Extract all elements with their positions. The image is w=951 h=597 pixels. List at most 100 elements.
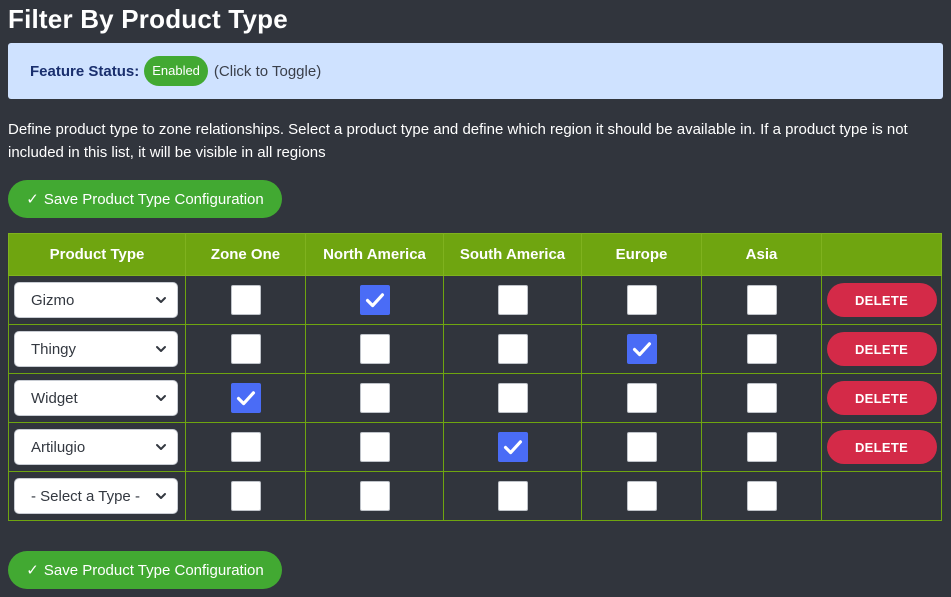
zone-cell-north-america <box>305 275 444 325</box>
check-icon <box>503 440 522 455</box>
table-row: - Select a Type - <box>8 471 942 521</box>
header-europe: Europe <box>581 233 702 276</box>
header-south-america: South America <box>443 233 582 276</box>
save-configuration-button-bottom[interactable]: ✓ Save Product Type Configuration <box>8 551 282 589</box>
zone-checkbox-south-america[interactable] <box>497 334 528 364</box>
zone-cell-north-america <box>305 471 444 521</box>
zone-checkbox-north-america[interactable] <box>359 285 390 315</box>
product-type-select-value: Widget <box>31 389 78 407</box>
delete-row-button[interactable]: DELETE <box>826 430 937 464</box>
check-icon <box>236 391 255 406</box>
zone-cell-asia <box>701 275 822 325</box>
zone-cell-zone-one <box>185 373 306 423</box>
page-description: Define product type to zone relationship… <box>8 121 908 161</box>
checkmark-icon: ✓ <box>26 191 39 208</box>
header-north-america: North America <box>305 233 444 276</box>
zone-checkbox-south-america[interactable] <box>497 383 528 413</box>
feature-status-label: Feature Status: <box>30 62 140 80</box>
table-header-row: Product Type Zone One North America Sout… <box>8 233 942 276</box>
row-actions-cell: DELETE <box>821 422 942 472</box>
chevron-down-icon <box>156 297 166 303</box>
zone-cell-europe <box>581 471 702 521</box>
delete-row-button[interactable]: DELETE <box>826 381 937 415</box>
header-actions <box>821 233 942 276</box>
zone-cell-asia <box>701 471 822 521</box>
zone-cell-europe <box>581 373 702 423</box>
zone-cell-south-america <box>443 324 582 374</box>
row-actions-cell <box>821 471 942 521</box>
zone-checkbox-south-america[interactable] <box>497 432 528 462</box>
row-actions-cell: DELETE <box>821 373 942 423</box>
table-row: Thingy DELETE <box>8 324 942 374</box>
zone-cell-north-america <box>305 324 444 374</box>
zone-checkbox-zone-one[interactable] <box>230 481 261 511</box>
zone-cell-south-america <box>443 471 582 521</box>
product-type-cell: Widget <box>8 373 186 423</box>
product-type-select[interactable]: Widget <box>14 380 178 416</box>
table-row: Artilugio DELETE <box>8 422 942 472</box>
product-type-select[interactable]: Thingy <box>14 331 178 367</box>
zone-checkbox-asia[interactable] <box>746 285 777 315</box>
zone-checkbox-asia[interactable] <box>746 383 777 413</box>
header-zone-one: Zone One <box>185 233 306 276</box>
table-row: Widget DELETE <box>8 373 942 423</box>
zone-checkbox-europe[interactable] <box>626 285 657 315</box>
zone-cell-zone-one <box>185 422 306 472</box>
feature-status-panel: Feature Status: Enabled (Click to Toggle… <box>8 43 943 99</box>
product-type-zone-table: Product Type Zone One North America Sout… <box>8 233 942 521</box>
delete-row-button[interactable]: DELETE <box>826 283 937 317</box>
table-row: Gizmo DELETE <box>8 275 942 325</box>
zone-checkbox-asia[interactable] <box>746 481 777 511</box>
zone-checkbox-europe[interactable] <box>626 334 657 364</box>
delete-row-button[interactable]: DELETE <box>826 332 937 366</box>
zone-cell-europe <box>581 324 702 374</box>
feature-status-hint: (Click to Toggle) <box>213 62 322 80</box>
zone-cell-europe <box>581 422 702 472</box>
save-button-label: Save Product Type Configuration <box>43 190 264 208</box>
zone-checkbox-europe[interactable] <box>626 432 657 462</box>
zone-checkbox-europe[interactable] <box>626 383 657 413</box>
product-type-select-value: Artilugio <box>31 438 86 456</box>
product-type-select[interactable]: Artilugio <box>14 429 178 465</box>
zone-checkbox-south-america[interactable] <box>497 481 528 511</box>
zone-checkbox-north-america[interactable] <box>359 334 390 364</box>
zone-checkbox-zone-one[interactable] <box>230 432 261 462</box>
zone-checkbox-north-america[interactable] <box>359 383 390 413</box>
chevron-down-icon <box>156 493 166 499</box>
zone-checkbox-zone-one[interactable] <box>230 285 261 315</box>
zone-cell-south-america <box>443 422 582 472</box>
zone-cell-south-america <box>443 373 582 423</box>
header-asia: Asia <box>701 233 822 276</box>
zone-checkbox-zone-one[interactable] <box>230 383 261 413</box>
row-actions-cell: DELETE <box>821 275 942 325</box>
zone-checkbox-europe[interactable] <box>626 481 657 511</box>
zone-checkbox-south-america[interactable] <box>497 285 528 315</box>
zone-cell-asia <box>701 422 822 472</box>
product-type-cell: - Select a Type - <box>8 471 186 521</box>
product-type-cell: Gizmo <box>8 275 186 325</box>
product-type-select-value: - Select a Type - <box>31 487 140 505</box>
product-type-select-value: Gizmo <box>31 291 75 309</box>
feature-status-toggle[interactable]: Enabled <box>144 56 208 86</box>
check-icon <box>632 342 651 357</box>
product-type-select[interactable]: - Select a Type - <box>14 478 178 514</box>
chevron-down-icon <box>156 346 166 352</box>
zone-checkbox-asia[interactable] <box>746 432 777 462</box>
save-configuration-button-top[interactable]: ✓ Save Product Type Configuration <box>8 180 282 218</box>
chevron-down-icon <box>156 395 166 401</box>
product-type-select[interactable]: Gizmo <box>14 282 178 318</box>
zone-checkbox-north-america[interactable] <box>359 481 390 511</box>
zone-cell-asia <box>701 373 822 423</box>
zone-checkbox-asia[interactable] <box>746 334 777 364</box>
zone-checkbox-zone-one[interactable] <box>230 334 261 364</box>
zone-checkbox-north-america[interactable] <box>359 432 390 462</box>
zone-cell-zone-one <box>185 324 306 374</box>
chevron-down-icon <box>156 444 166 450</box>
zone-cell-europe <box>581 275 702 325</box>
check-icon <box>365 293 384 308</box>
zone-cell-north-america <box>305 373 444 423</box>
product-type-cell: Thingy <box>8 324 186 374</box>
zone-cell-zone-one <box>185 471 306 521</box>
zone-cell-zone-one <box>185 275 306 325</box>
checkmark-icon: ✓ <box>26 562 39 579</box>
